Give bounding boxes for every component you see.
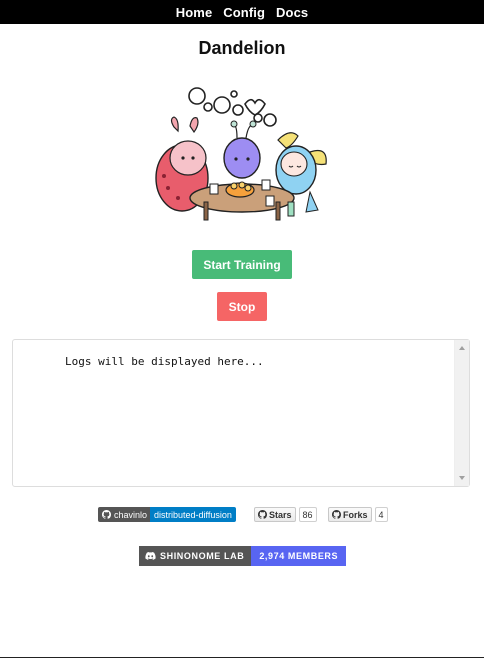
stars-badge[interactable]: Stars 86 [254,507,317,522]
stars-label: Stars [269,509,292,520]
discord-member-count: 2,974 MEMBERS [251,546,347,566]
logs-scrollbar[interactable] [454,340,469,486]
discord-server-segment: SHINONOME LAB [139,546,252,566]
discord-icon [145,552,156,560]
stop-button[interactable]: Stop [217,292,267,321]
github-icon [258,510,267,519]
stars-button[interactable]: Stars [254,507,296,522]
thought-bubbles [188,87,277,127]
logs-output[interactable]: Logs will be displayed here... [12,339,470,487]
github-icon [102,510,111,519]
nav-link-docs[interactable]: Docs [276,5,308,20]
top-navbar: Home Config Docs [0,0,484,24]
hero-illustration [155,87,327,221]
forks-button[interactable]: Forks [328,507,372,522]
stars-count: 86 [298,507,317,522]
nav-link-config[interactable]: Config [223,5,265,20]
github-icon [332,510,341,519]
repo-badge[interactable]: chavinlo distributed-diffusion [98,507,236,522]
logs-placeholder: Logs will be displayed here... [65,355,264,368]
forks-label: Forks [343,509,368,520]
repo-owner-segment: chavinlo [98,507,151,522]
repo-name: distributed-diffusion [150,507,236,522]
forks-count: 4 [374,507,388,522]
scroll-up-arrow-icon[interactable] [459,346,465,350]
nav-link-home[interactable]: Home [176,5,213,20]
forks-badge[interactable]: Forks 4 [328,507,388,522]
repo-owner: chavinlo [114,509,148,520]
scroll-down-arrow-icon[interactable] [459,476,465,480]
page-title: Dandelion [198,38,286,58]
discord-server-name: SHINONOME LAB [160,551,245,561]
discord-badge[interactable]: SHINONOME LAB 2,974 MEMBERS [139,546,347,566]
start-training-button[interactable]: Start Training [192,250,292,279]
middle-character [223,120,261,179]
